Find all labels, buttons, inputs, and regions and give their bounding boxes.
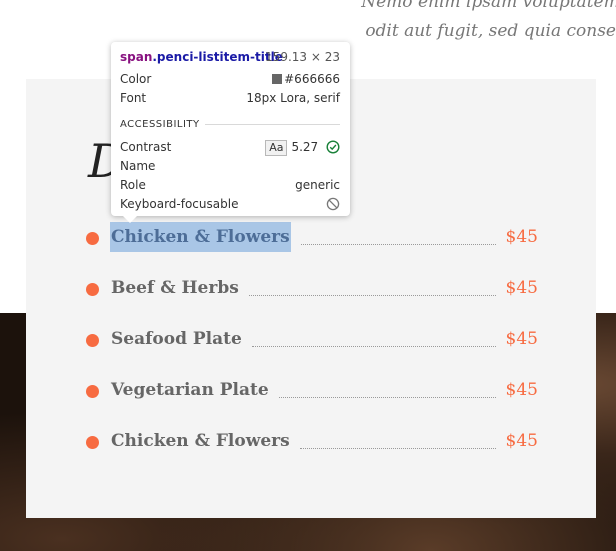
menu-item-title-highlighted[interactable]: Chicken & Flowers bbox=[110, 222, 291, 252]
color-row: Color #666666 bbox=[120, 71, 340, 87]
menu-item-title[interactable]: Vegetarian Plate bbox=[111, 375, 269, 405]
dotted-leader bbox=[299, 426, 496, 449]
bullet-dot-icon bbox=[86, 385, 99, 398]
menu-item-price: $45 bbox=[505, 227, 538, 247]
contrast-row: Contrast Aa 5.27 bbox=[120, 139, 340, 156]
role-row: Role generic bbox=[120, 177, 340, 193]
tooltip-header: span.penci-listitem-title 159.13 × 23 bbox=[120, 49, 340, 65]
dotted-leader bbox=[251, 324, 496, 347]
menu-item: Seafood Plate $45 bbox=[86, 324, 538, 375]
contrast-value: 5.27 bbox=[291, 140, 319, 154]
menu-item-price: $45 bbox=[505, 431, 538, 451]
menu-item: Vegetarian Plate $45 bbox=[86, 375, 538, 426]
menu-item-title[interactable]: Beef & Herbs bbox=[111, 273, 239, 303]
devtools-inspector-tooltip: span.penci-listitem-title 159.13 × 23 Co… bbox=[111, 42, 350, 223]
accessibility-section-title: ACCESSIBILITY bbox=[120, 119, 200, 130]
element-dimensions: 159.13 × 23 bbox=[265, 50, 340, 64]
check-circle-icon bbox=[326, 140, 340, 154]
keyboard-focusable-row: Keyboard-focusable bbox=[120, 196, 340, 212]
menu-item-price: $45 bbox=[505, 278, 538, 298]
menu-item: Chicken & Flowers $45 bbox=[86, 426, 538, 477]
bullet-dot-icon bbox=[86, 334, 99, 347]
menu-item-title[interactable]: Seafood Plate bbox=[111, 324, 242, 354]
color-label: Color bbox=[120, 72, 152, 86]
menu-item-title[interactable]: Chicken & Flowers bbox=[111, 426, 290, 456]
role-label: Role bbox=[120, 178, 146, 192]
element-tag: span bbox=[120, 50, 153, 64]
dotted-leader bbox=[278, 375, 496, 398]
bullet-dot-icon bbox=[86, 232, 99, 245]
name-row: Name bbox=[120, 158, 340, 174]
menu-item: Beef & Herbs $45 bbox=[86, 273, 538, 324]
element-class: .penci-listitem-title bbox=[152, 50, 283, 64]
font-row: Font 18px Lora, serif bbox=[120, 90, 340, 106]
menu-item-price: $45 bbox=[505, 380, 538, 400]
color-value: #666666 bbox=[284, 72, 340, 86]
dotted-leader bbox=[248, 273, 496, 296]
contrast-label: Contrast bbox=[120, 140, 172, 154]
intro-quote-line-2: odit aut fugit, sed quia conse bbox=[365, 21, 616, 41]
intro-quote: Nemo enim ipsam voluptatem q odit aut fu… bbox=[316, 0, 616, 46]
menu-item-price: $45 bbox=[505, 329, 538, 349]
font-value: 18px Lora, serif bbox=[246, 91, 340, 105]
menu-item: Chicken & Flowers $45 bbox=[86, 222, 538, 273]
menu-list: Chicken & Flowers $45 Beef & Herbs $45 S… bbox=[86, 222, 538, 477]
dotted-leader bbox=[300, 222, 496, 245]
font-label: Font bbox=[120, 91, 147, 105]
section-divider bbox=[205, 124, 340, 125]
intro-quote-line-1: Nemo enim ipsam voluptatem q bbox=[361, 0, 616, 12]
keyboard-focusable-label: Keyboard-focusable bbox=[120, 197, 239, 211]
role-value: generic bbox=[295, 178, 340, 192]
no-entry-icon bbox=[326, 197, 340, 211]
contrast-sample-badge: Aa bbox=[265, 140, 288, 156]
bullet-dot-icon bbox=[86, 283, 99, 296]
name-label: Name bbox=[120, 159, 156, 173]
bullet-dot-icon bbox=[86, 436, 99, 449]
color-swatch bbox=[272, 74, 283, 84]
